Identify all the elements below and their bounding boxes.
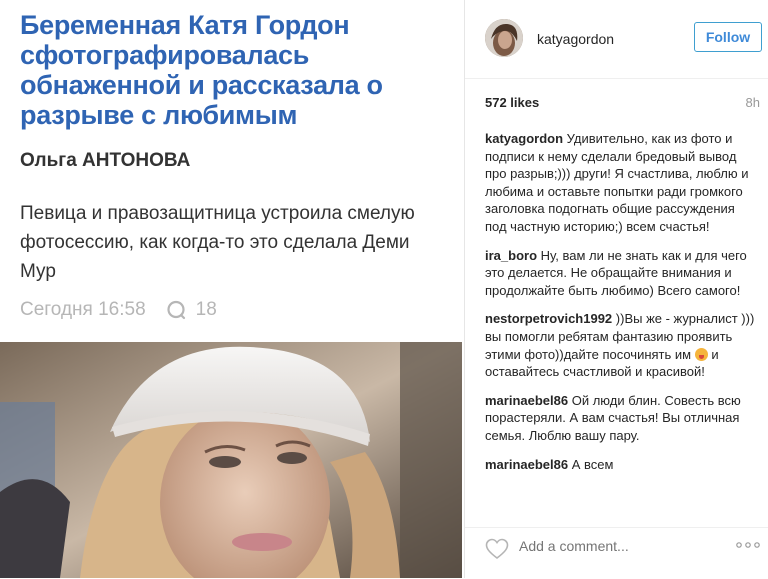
comment-username[interactable]: katyagordon	[485, 131, 563, 146]
comment-username[interactable]: ira_boro	[485, 248, 537, 263]
comment-bubble-icon[interactable]	[166, 300, 186, 320]
comment-item: marinaebel86 А всем	[485, 456, 755, 474]
post-header: katyagordon Follow	[465, 0, 768, 79]
comment-text: Удивительно, как из фото и подписи к нем…	[485, 131, 749, 234]
article-panel: Беременная Катя Гордон сфотографировалас…	[0, 0, 464, 578]
comment-username[interactable]: marinaebel86	[485, 393, 568, 408]
tongue-out-emoji-icon	[694, 347, 708, 361]
post-time: 8h	[745, 95, 760, 110]
article-lead: Певица и правозащитница устроила смелую …	[20, 203, 415, 282]
article-date: Сегодня 16:58	[20, 299, 146, 320]
article-comment-count[interactable]: 18	[196, 299, 217, 321]
add-comment-bar	[465, 527, 768, 579]
comment-username[interactable]: marinaebel86	[485, 457, 568, 472]
instagram-panel: katyagordon Follow 572 likes 8h katyagor…	[464, 0, 768, 578]
post-username[interactable]: katyagordon	[537, 31, 614, 47]
comments-list[interactable]: katyagordon Удивительно, как из фото и п…	[485, 130, 755, 515]
comment-item: nestorpetrovich1992 ))Вы же - журналист …	[485, 310, 755, 380]
article-headline[interactable]: Беременная Катя Гордон сфотографировалас…	[20, 10, 450, 130]
article-meta: Сегодня 16:58 18	[20, 299, 217, 321]
follow-button[interactable]: Follow	[694, 22, 762, 52]
comment-username[interactable]: nestorpetrovich1992	[485, 311, 612, 326]
comment-item: marinaebel86 Ой люди блин. Совесть всю п…	[485, 392, 755, 445]
add-comment-input[interactable]	[519, 538, 699, 554]
avatar[interactable]	[485, 19, 523, 57]
article-photo	[0, 342, 462, 578]
article-author: Ольга АНТОНОВА	[20, 150, 191, 171]
comment-text: А всем	[571, 456, 614, 472]
comment-item: ira_boro Ну, вам ли не знать как и для ч…	[485, 247, 755, 300]
heart-icon[interactable]	[485, 538, 509, 560]
comment-item: katyagordon Удивительно, как из фото и п…	[485, 130, 755, 236]
more-options-icon[interactable]	[735, 540, 761, 550]
likes-count[interactable]: 572 likes	[485, 95, 539, 110]
